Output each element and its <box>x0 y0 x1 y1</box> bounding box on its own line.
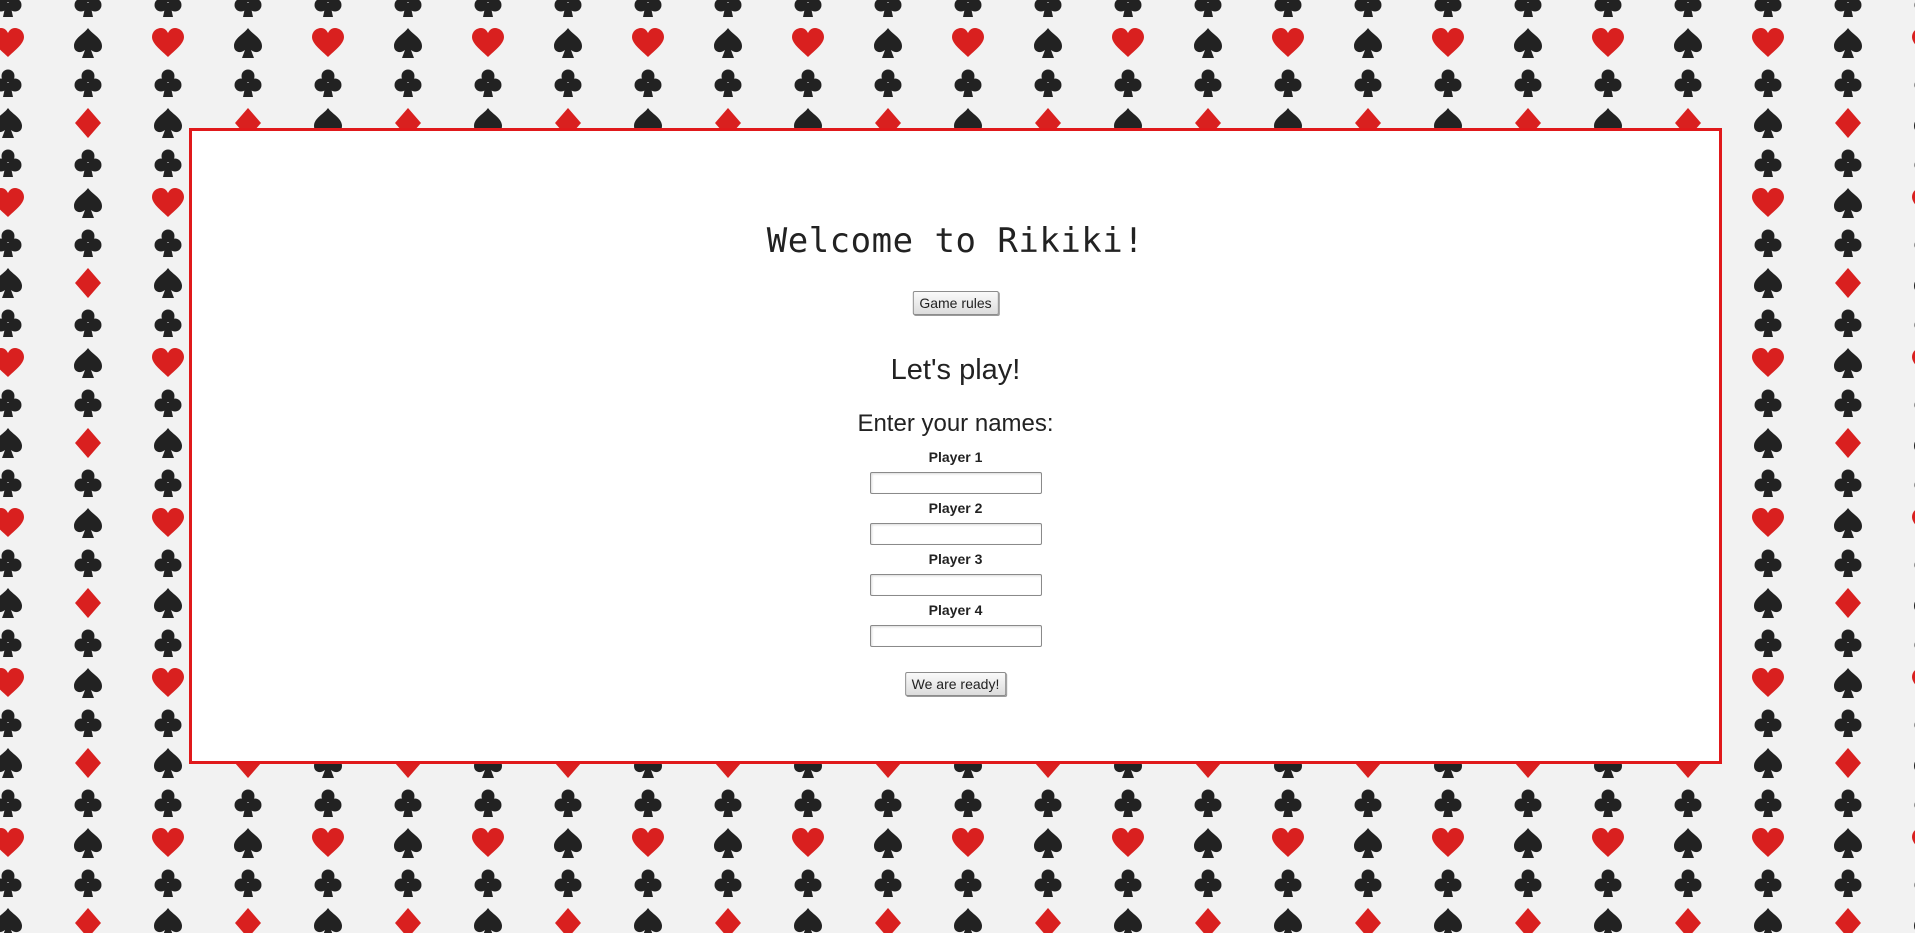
we-are-ready-button[interactable]: We are ready! <box>904 672 1007 696</box>
player-4-input[interactable] <box>869 625 1042 647</box>
player-2-label: Player 2 <box>928 500 983 516</box>
welcome-panel: Welcome to Rikiki! Game rules Let's play… <box>189 128 1722 764</box>
player-3-input[interactable] <box>869 574 1042 596</box>
player-3-label: Player 3 <box>928 551 983 567</box>
game-rules-button[interactable]: Game rules <box>912 291 999 315</box>
player-4-label: Player 4 <box>928 602 983 618</box>
player-2-input[interactable] <box>869 523 1042 545</box>
enter-names-prompt: Enter your names: <box>857 410 1054 437</box>
player-1-label: Player 1 <box>928 449 983 465</box>
player-1-input[interactable] <box>869 472 1042 494</box>
lets-play-heading: Let's play! <box>890 354 1021 386</box>
page-title: Welcome to Rikiki! <box>766 221 1145 261</box>
